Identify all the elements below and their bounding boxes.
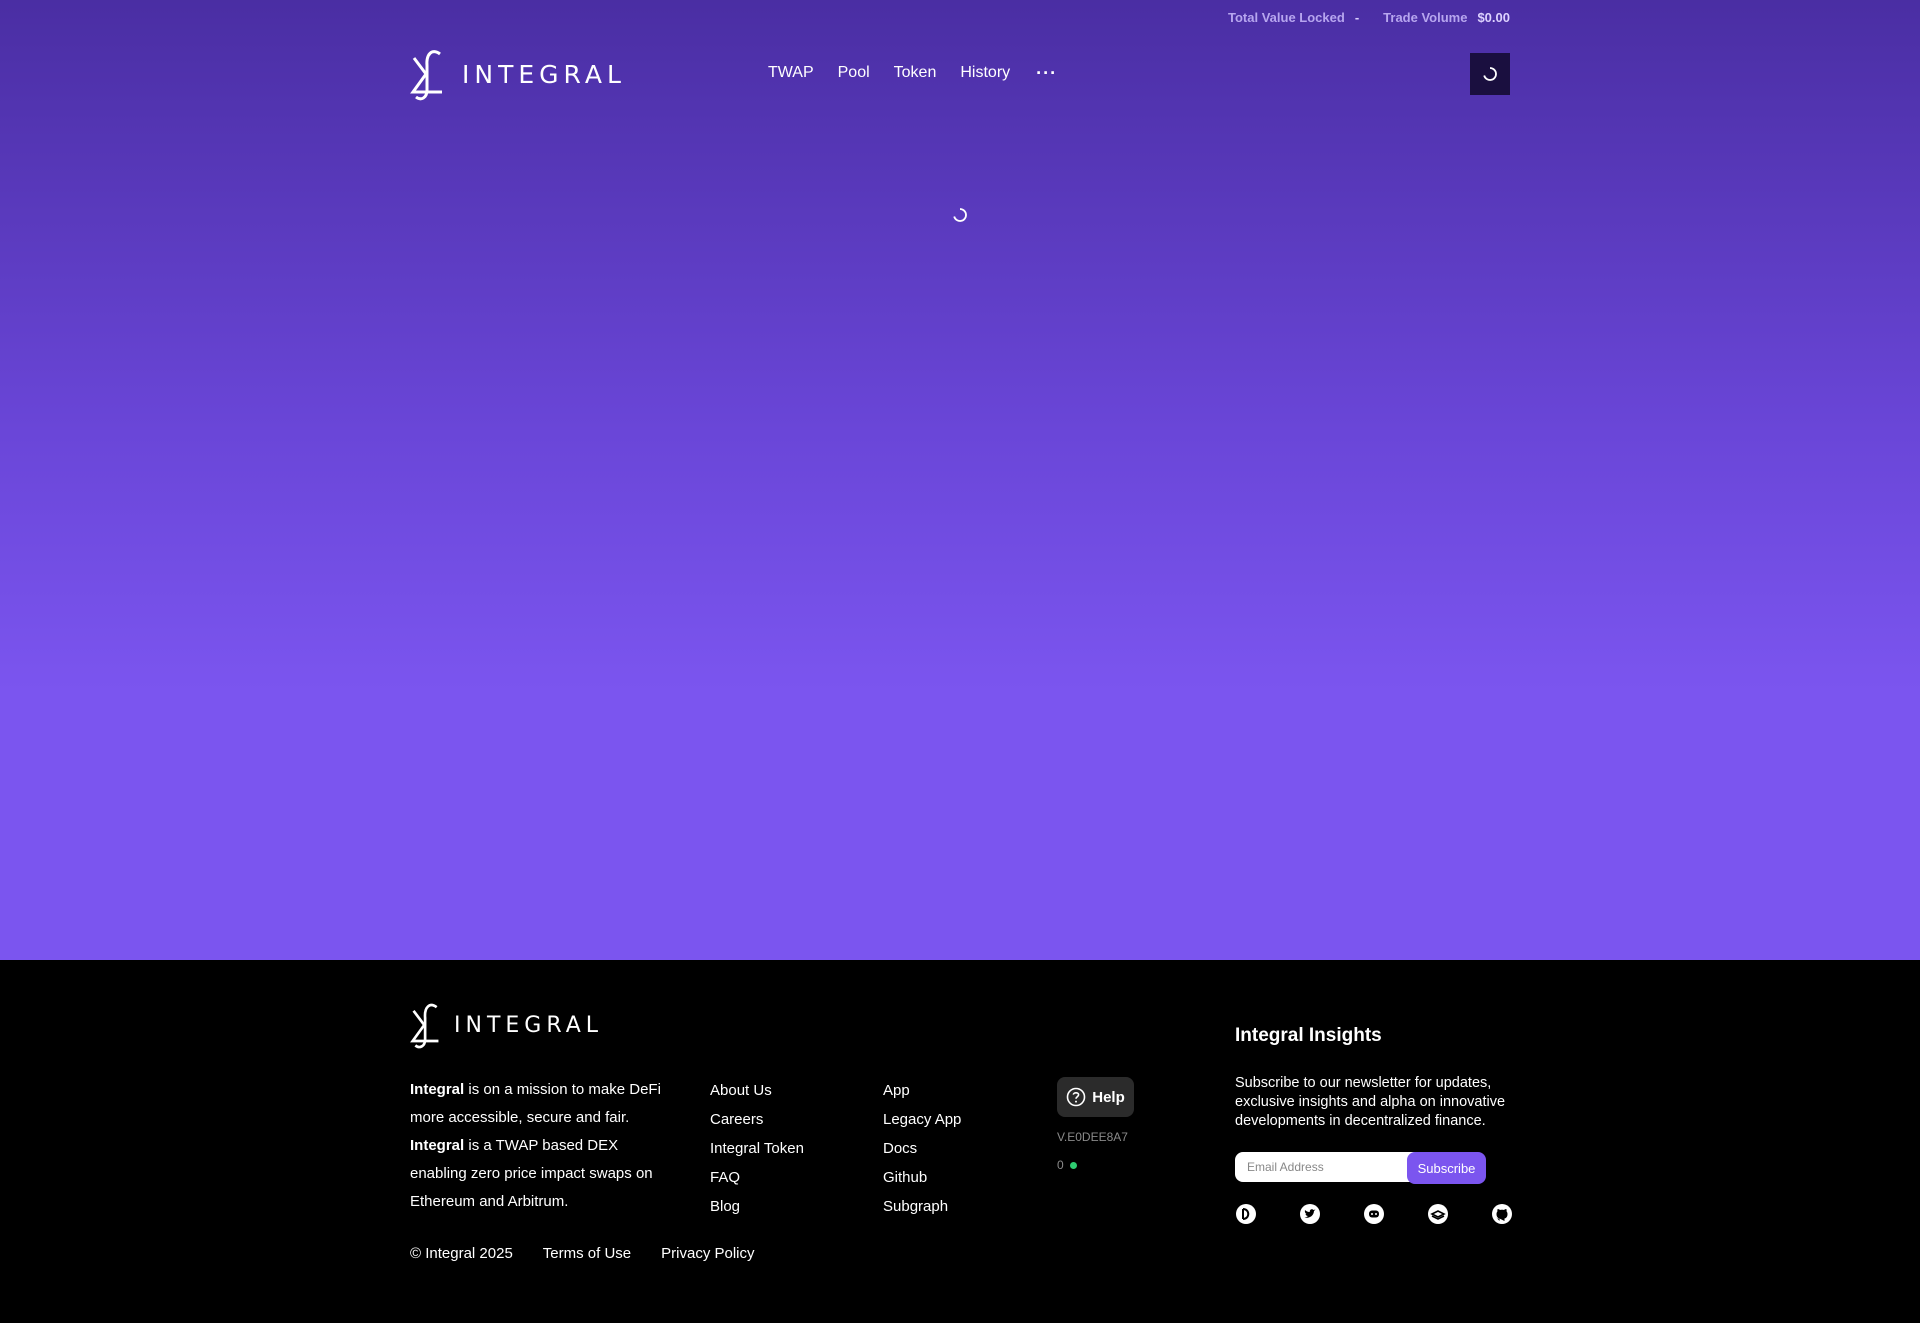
social-links	[1235, 1203, 1513, 1225]
nav-pool[interactable]: Pool	[838, 64, 870, 82]
volume-value: $0.00	[1477, 10, 1510, 25]
github-icon[interactable]	[1491, 1203, 1513, 1225]
block-number: 0	[1057, 1158, 1064, 1172]
tvl-stat: Total Value Locked -	[1228, 10, 1359, 25]
help-button[interactable]: Help	[1057, 1077, 1134, 1117]
integral-logo-icon	[410, 50, 442, 101]
newsletter-description: Subscribe to our newsletter for updates,…	[1235, 1075, 1506, 1129]
terms-link[interactable]: Terms of Use	[543, 1245, 631, 1262]
mission-brand: Integral	[410, 1081, 465, 1098]
question-circle-icon	[1066, 1087, 1086, 1107]
brand-name: INTEGRAL	[462, 59, 626, 89]
twitter-icon[interactable]	[1299, 1203, 1321, 1225]
footer-links-resources: App Legacy App Docs Github Subgraph	[883, 1076, 961, 1221]
tvl-value: -	[1354, 10, 1360, 25]
mirror-icon[interactable]	[1235, 1203, 1257, 1225]
subscribe-button[interactable]: Subscribe	[1407, 1152, 1486, 1184]
link-about-us[interactable]: About Us	[710, 1076, 804, 1105]
brand-name: INTEGRAL	[454, 1012, 604, 1038]
loading-spinner-icon	[953, 208, 967, 222]
link-integral-token[interactable]: Integral Token	[710, 1134, 804, 1163]
nav-history[interactable]: History	[960, 64, 1010, 82]
link-github[interactable]: Github	[883, 1163, 961, 1192]
volume-label: Trade Volume	[1383, 10, 1468, 25]
footer-logo[interactable]: INTEGRAL	[410, 1000, 603, 1050]
footer: INTEGRAL Integral is on a mission to mak…	[0, 960, 1920, 1323]
link-blog[interactable]: Blog	[710, 1192, 804, 1221]
gitbook-icon[interactable]	[1427, 1203, 1449, 1225]
copyright-text: © Integral 2025	[410, 1245, 513, 1262]
header-logo[interactable]: INTEGRAL	[410, 46, 626, 102]
footer-links-company: About Us Careers Integral Token FAQ Blog	[710, 1076, 804, 1221]
mission-brand: Integral	[410, 1137, 465, 1154]
privacy-link[interactable]: Privacy Policy	[661, 1245, 754, 1262]
help-label: Help	[1092, 1088, 1125, 1106]
page-loading-spinner	[952, 207, 968, 228]
discord-icon[interactable]	[1363, 1203, 1385, 1225]
link-app[interactable]: App	[883, 1076, 961, 1105]
version-label: V.E0DEE8A7	[1057, 1130, 1128, 1144]
main-nav: TWAP Pool Token History ···	[768, 64, 1057, 82]
tvl-label: Total Value Locked	[1228, 10, 1345, 25]
link-docs[interactable]: Docs	[883, 1134, 961, 1163]
newsletter-title: Integral Insights	[1235, 1025, 1382, 1046]
mission-text: Integral is on a mission to make DeFi mo…	[410, 1076, 670, 1216]
block-status: 0	[1057, 1158, 1077, 1172]
volume-stat: Trade Volume $0.00	[1383, 10, 1510, 25]
link-faq[interactable]: FAQ	[710, 1163, 804, 1192]
link-subgraph[interactable]: Subgraph	[883, 1192, 961, 1221]
stats-bar: Total Value Locked - Trade Volume $0.00	[1228, 10, 1510, 25]
link-careers[interactable]: Careers	[710, 1105, 804, 1134]
nav-twap[interactable]: TWAP	[768, 64, 814, 82]
hero-section: Total Value Locked - Trade Volume $0.00 …	[0, 0, 1920, 960]
nav-token[interactable]: Token	[894, 64, 937, 82]
integral-logo-icon	[410, 1003, 439, 1049]
legal-links: © Integral 2025 Terms of Use Privacy Pol…	[410, 1245, 755, 1262]
more-menu-icon[interactable]: ···	[1036, 64, 1057, 82]
loading-spinner-icon	[1483, 67, 1497, 81]
status-dot-icon	[1069, 1161, 1077, 1169]
link-legacy-app[interactable]: Legacy App	[883, 1105, 961, 1134]
wallet-button[interactable]	[1470, 53, 1510, 95]
email-field[interactable]	[1235, 1152, 1423, 1182]
